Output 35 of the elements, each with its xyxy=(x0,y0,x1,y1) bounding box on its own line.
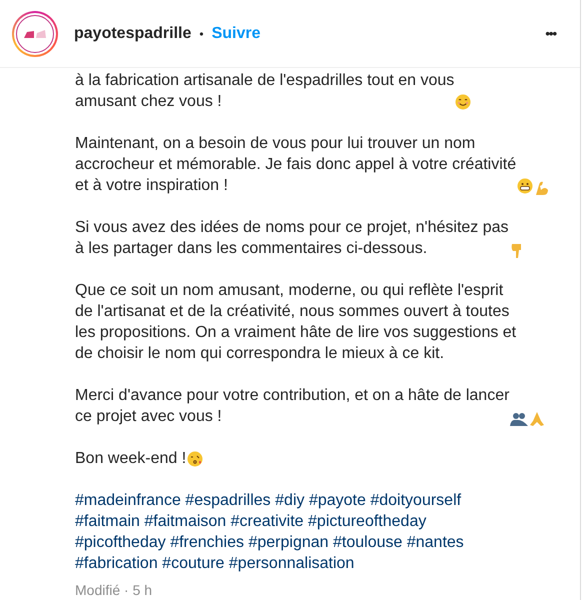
hashtag-link[interactable]: #fabrication xyxy=(75,555,158,572)
hashtag-link[interactable]: #faitmain xyxy=(75,513,140,530)
hashtag-link[interactable]: #couture xyxy=(162,555,224,572)
pointing-down-hand-icon xyxy=(510,243,524,259)
hashtag-link[interactable]: #toulouse xyxy=(333,534,402,551)
hashtag-link[interactable]: #nantes xyxy=(406,534,464,551)
people-silhouette-icon xyxy=(510,411,528,427)
grinning-face-icon xyxy=(517,178,534,194)
avatar[interactable] xyxy=(12,10,58,56)
caption-paragraph: Merci d'avance pour votre contribution, et on a hâte de lancer ce projet avec vous ! xyxy=(75,386,510,427)
flexed-arm-icon xyxy=(534,180,550,196)
hashtag-link[interactable]: #picoftheday xyxy=(75,534,166,551)
espadrille-logo-icon xyxy=(23,28,47,38)
caption-paragraph: Si vous avez des idées de noms pour ce projet, n'hésitez pas à les partager dans les commentaires ci-dessous. xyxy=(75,218,509,259)
caption-paragraph: Bon week-end ! xyxy=(75,449,186,469)
separator: • xyxy=(199,26,204,42)
hashtag-link[interactable]: #faitmaison xyxy=(144,513,226,530)
hashtag-link[interactable]: #personnalisation xyxy=(228,555,354,572)
caption-paragraph: Maintenant, on a besoin de vous pour lui trouver un nom accrocheur et mémorable. Je fais donc appel à votre créativité et à votre inspiration ! xyxy=(75,134,516,196)
kissing-face-icon xyxy=(187,451,204,467)
more-options-button[interactable]: ••• xyxy=(545,24,556,44)
smiling-face-icon xyxy=(455,94,472,110)
username[interactable]: payotespadrille xyxy=(74,22,192,46)
caption-paragraph: à la fabrication artisanale de l'espadrilles tout en vous amusant chez vous ! xyxy=(75,71,454,112)
hashtag-link[interactable]: #diy xyxy=(275,492,304,509)
hashtag-link[interactable]: #pictureoftheday xyxy=(308,513,426,530)
caption-paragraph: Que ce soit un nom amusant, moderne, ou qui reflète l'esprit de l'artisanat et de la créativité, nous sommes ouvert à toutes les propositions. On a vraiment hâte de lire vos suggestions et de choisir le nom qui correspondra le mieux à ce kit. xyxy=(75,281,516,364)
hashtag-link[interactable]: #frenchies xyxy=(170,534,244,551)
post-timestamp: Modifié · 5 h xyxy=(75,581,154,600)
hashtag-link[interactable]: #payote xyxy=(308,492,366,509)
hashtag-link[interactable]: #creativite xyxy=(230,513,304,530)
hashtag-link[interactable]: #perpignan xyxy=(248,534,329,551)
hashtag-link[interactable]: #madeinfrance xyxy=(75,492,181,509)
hashtag-link[interactable]: #doityourself xyxy=(370,492,462,509)
hashtag-link[interactable]: #espadrilles xyxy=(185,492,271,509)
